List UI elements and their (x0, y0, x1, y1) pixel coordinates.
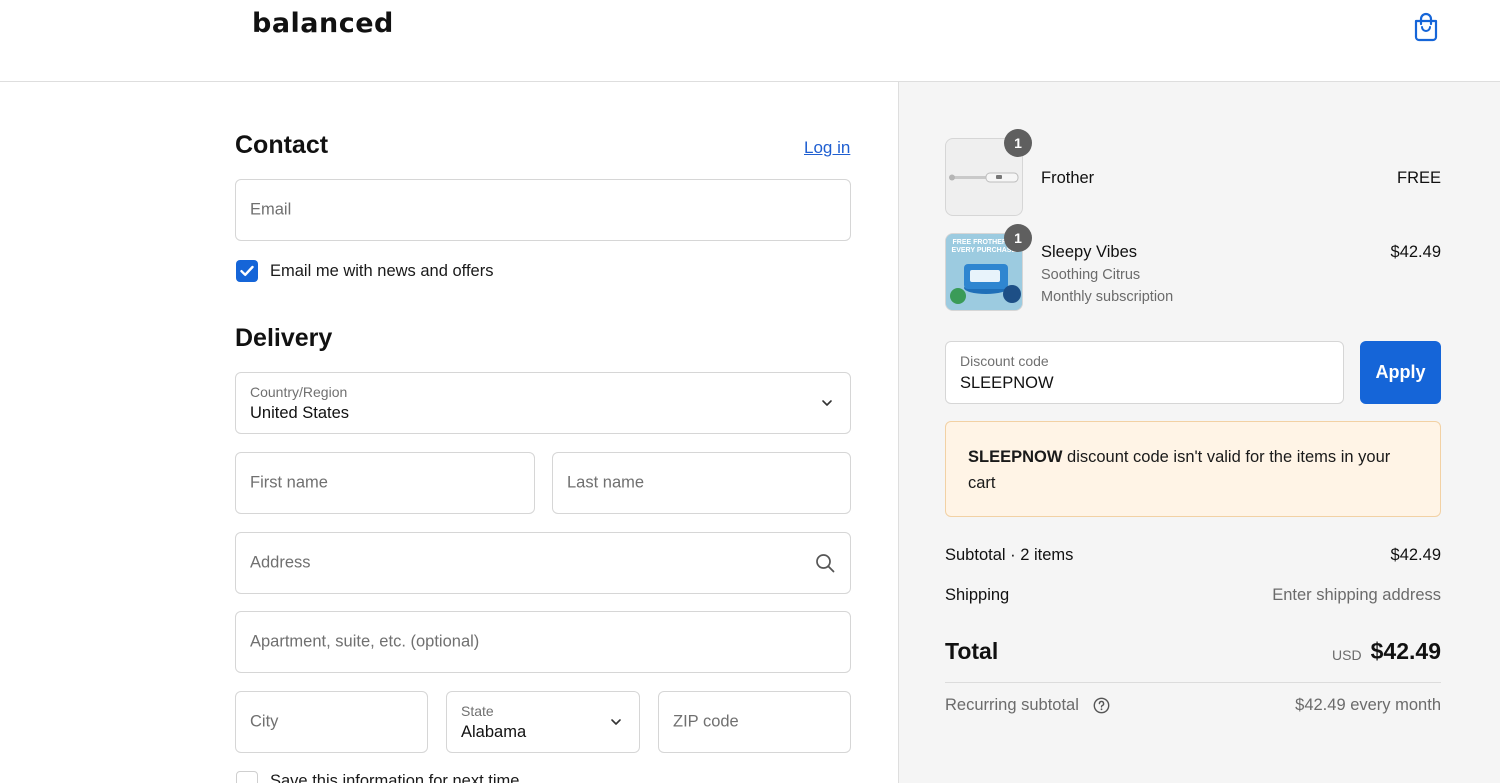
summary-divider (945, 682, 1441, 683)
subtotal-label: Subtotal · 2 items (945, 546, 1074, 564)
help-icon[interactable] (1093, 697, 1110, 714)
recurring-subtotal-label: Recurring subtotal (945, 696, 1079, 714)
apply-discount-button[interactable]: Apply (1360, 341, 1441, 404)
quantity-badge: 1 (1004, 224, 1032, 252)
search-icon[interactable] (814, 552, 836, 574)
discount-code-label: Discount code (960, 353, 1049, 369)
first-name-field[interactable]: First name (235, 452, 535, 514)
store-logo[interactable]: balanced (252, 8, 394, 39)
alert-code: SLEEPNOW (968, 448, 1063, 466)
address-placeholder: Address (250, 553, 311, 572)
site-header: balanced (0, 0, 1500, 82)
email-placeholder: Email (250, 200, 292, 219)
shipping-value: Enter shipping address (1272, 586, 1441, 604)
quantity-badge: 1 (1004, 129, 1032, 157)
newsletter-label: Email me with news and offers (270, 262, 494, 280)
country-label: Country/Region (250, 384, 348, 400)
recurring-subtotal-value: $42.49 every month (1295, 696, 1441, 714)
state-label: State (461, 703, 494, 719)
item-variant: Soothing Citrus (1041, 267, 1141, 283)
item-price: $42.49 (1390, 243, 1441, 261)
subtotal-value: $42.49 (1390, 546, 1441, 564)
first-name-placeholder: First name (250, 473, 328, 492)
address-field[interactable]: Address (235, 532, 851, 594)
cart-button[interactable] (1409, 10, 1443, 44)
country-select[interactable]: Country/Region United States (235, 372, 851, 434)
item-subscription-plan: Monthly subscription (1041, 289, 1174, 305)
save-info-checkbox[interactable] (236, 771, 258, 783)
state-select[interactable]: State Alabama (446, 691, 640, 753)
city-field[interactable]: City (235, 691, 428, 753)
apartment-field[interactable]: Apartment, suite, etc. (optional) (235, 611, 851, 673)
city-placeholder: City (250, 712, 279, 731)
state-value: Alabama (461, 723, 527, 741)
item-name: Sleepy Vibes (1041, 243, 1138, 261)
shopping-bag-icon (1414, 12, 1438, 42)
checkmark-icon (240, 265, 254, 276)
chevron-down-icon (822, 400, 832, 406)
shipping-label: Shipping (945, 586, 1010, 604)
item-price: FREE (1396, 169, 1441, 187)
total-value: $42.49 (1370, 638, 1441, 664)
chevron-down-icon (611, 719, 621, 725)
discount-code-field[interactable]: Discount code SLEEPNOW (945, 341, 1344, 404)
last-name-placeholder: Last name (567, 473, 645, 492)
total-currency: USD (1332, 647, 1362, 663)
discount-code-value: SLEEPNOW (960, 374, 1054, 392)
zip-placeholder: ZIP code (673, 712, 739, 731)
last-name-field[interactable]: Last name (552, 452, 851, 514)
email-field[interactable]: Email (235, 179, 851, 241)
country-value: United States (250, 404, 350, 422)
discount-error-alert: SLEEPNOW discount code isn't valid for t… (945, 421, 1441, 517)
item-name: Frother (1041, 169, 1095, 187)
zip-field[interactable]: ZIP code (658, 691, 851, 753)
apartment-placeholder: Apartment, suite, etc. (optional) (250, 632, 480, 651)
login-link[interactable]: Log in (804, 138, 850, 158)
save-info-label: Save this information for next time (270, 772, 520, 783)
newsletter-checkbox[interactable] (236, 260, 258, 282)
delivery-heading: Delivery (235, 324, 333, 352)
total-label: Total (945, 638, 999, 664)
contact-heading: Contact (235, 131, 329, 159)
